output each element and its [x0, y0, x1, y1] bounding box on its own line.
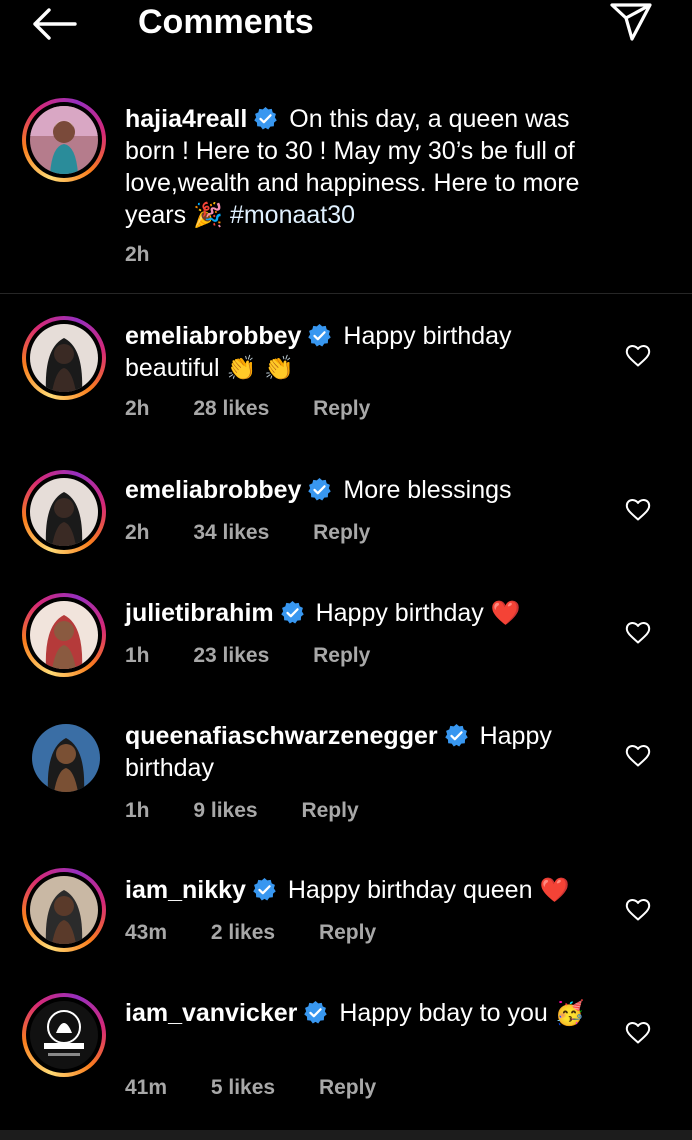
- like-count[interactable]: 2 likes: [211, 921, 275, 944]
- avatar-image: [30, 876, 98, 944]
- hashtag-link[interactable]: #monaat30: [230, 201, 355, 229]
- comment-emoji: 👏 👏: [226, 354, 294, 382]
- bottom-edge: [0, 1130, 692, 1140]
- verified-icon: [254, 107, 278, 130]
- like-button[interactable]: [622, 894, 654, 926]
- comment-text: queenafiaschwarzenegger Happy birthday: [125, 720, 595, 784]
- comment-meta: 43m 2 likes Reply: [125, 920, 414, 946]
- heart-outline-icon: [625, 745, 651, 767]
- avatar[interactable]: [22, 868, 106, 952]
- like-count[interactable]: 5 likes: [211, 1076, 275, 1099]
- send-button[interactable]: [606, 0, 656, 44]
- avatar[interactable]: [22, 316, 106, 400]
- comment-username[interactable]: queenafiaschwarzenegger: [125, 722, 438, 750]
- comment-row: iam_nikky Happy birthday queen ❤️ 43m 2 …: [0, 868, 692, 988]
- comment-row: emeliabrobbey More blessings 2h 34 likes…: [0, 470, 692, 590]
- comment-row: queenafiaschwarzenegger Happy birthday 1…: [0, 718, 692, 838]
- comment-row: julietibrahim Happy birthday ❤️ 1h 23 li…: [0, 593, 692, 713]
- verified-icon: [280, 601, 304, 624]
- avatar[interactable]: [22, 98, 106, 182]
- comment-username[interactable]: emeliabrobbey: [125, 322, 301, 350]
- like-button[interactable]: [622, 1017, 654, 1049]
- comment-text: julietibrahim Happy birthday ❤️: [125, 597, 595, 629]
- comment-row: iam_vanvicker Happy bday to you 🥳 41m 5 …: [0, 993, 692, 1113]
- post-caption: hajia4reall On this day, a queen was bor…: [0, 96, 692, 294]
- reply-button[interactable]: Reply: [319, 1076, 376, 1099]
- verified-icon: [304, 1001, 328, 1024]
- like-count[interactable]: 34 likes: [193, 521, 269, 544]
- comment-meta: 1h 9 likes Reply: [125, 798, 397, 824]
- verified-icon: [308, 324, 332, 347]
- send-icon: [610, 3, 652, 41]
- comment-meta: 2h 28 likes Reply: [125, 396, 408, 422]
- header-bar: Comments: [0, 0, 692, 48]
- comment-username[interactable]: iam_nikky: [125, 876, 246, 904]
- comment-body: Happy birthday: [315, 599, 484, 627]
- avatar[interactable]: [22, 993, 106, 1077]
- reply-button[interactable]: Reply: [313, 521, 370, 544]
- comment-meta: 2h 34 likes Reply: [125, 520, 408, 546]
- comment-text: iam_vanvicker Happy bday to you 🥳: [125, 997, 595, 1029]
- timestamp: 43m: [125, 921, 168, 944]
- comment-body: Happy birthday queen: [287, 876, 533, 904]
- like-button[interactable]: [622, 494, 654, 526]
- caption-username[interactable]: hajia4reall: [125, 105, 247, 133]
- reply-button[interactable]: Reply: [301, 799, 358, 822]
- verified-icon: [253, 878, 276, 901]
- comment-text: emeliabrobbey More blessings: [125, 474, 595, 506]
- comment-username[interactable]: emeliabrobbey: [125, 476, 301, 504]
- avatar[interactable]: [22, 470, 106, 554]
- comment-body: More blessings: [343, 476, 512, 504]
- heart-outline-icon: [625, 345, 651, 367]
- comment-meta: 1h 23 likes Reply: [125, 643, 408, 669]
- back-button[interactable]: [30, 4, 78, 44]
- timestamp: 2h: [125, 397, 150, 420]
- like-button[interactable]: [622, 340, 654, 372]
- timestamp: 41m: [125, 1076, 168, 1099]
- heart-outline-icon: [625, 622, 651, 644]
- like-count[interactable]: 28 likes: [193, 397, 269, 420]
- comment-emoji: 🥳: [554, 999, 585, 1027]
- comment-meta: 41m 5 likes Reply: [125, 1075, 414, 1101]
- comment-body: Happy bday to you: [339, 999, 548, 1027]
- avatar-image: [30, 106, 98, 174]
- timestamp: 2h: [125, 243, 150, 266]
- avatar-image: [30, 1001, 98, 1069]
- heart-outline-icon: [625, 899, 651, 921]
- like-button[interactable]: [622, 740, 654, 772]
- avatar-image: [32, 724, 100, 792]
- comment-text: emeliabrobbey Happy birthday beautiful 👏…: [125, 320, 595, 384]
- avatar-image: [30, 478, 98, 546]
- timestamp: 1h: [125, 799, 150, 822]
- timestamp: 2h: [125, 521, 150, 544]
- page-title: Comments: [138, 3, 314, 41]
- reply-button[interactable]: Reply: [319, 921, 376, 944]
- comment-username[interactable]: iam_vanvicker: [125, 999, 297, 1027]
- avatar[interactable]: [32, 724, 100, 792]
- comment-text: iam_nikky Happy birthday queen ❤️: [125, 874, 595, 906]
- like-count[interactable]: 9 likes: [193, 799, 257, 822]
- verified-icon: [308, 478, 332, 501]
- like-count[interactable]: 23 likes: [193, 644, 269, 667]
- comment-emoji: ❤️: [539, 876, 570, 904]
- comment-row: emeliabrobbey Happy birthday beautiful 👏…: [0, 316, 692, 436]
- reply-button[interactable]: Reply: [313, 644, 370, 667]
- comment-username[interactable]: julietibrahim: [125, 599, 274, 627]
- heart-outline-icon: [625, 499, 651, 521]
- like-button[interactable]: [622, 617, 654, 649]
- reply-button[interactable]: Reply: [313, 397, 370, 420]
- back-arrow-icon: [33, 8, 77, 40]
- heart-outline-icon: [625, 1022, 651, 1044]
- avatar-image: [30, 324, 98, 392]
- avatar[interactable]: [22, 593, 106, 677]
- party-popper-emoji: 🎉: [193, 201, 223, 229]
- caption-meta: 2h: [125, 242, 188, 268]
- avatar-image: [30, 601, 98, 669]
- caption-text: hajia4reall On this day, a queen was bor…: [125, 103, 595, 231]
- verified-icon: [444, 724, 468, 747]
- timestamp: 1h: [125, 644, 150, 667]
- comment-emoji: ❤️: [490, 599, 521, 627]
